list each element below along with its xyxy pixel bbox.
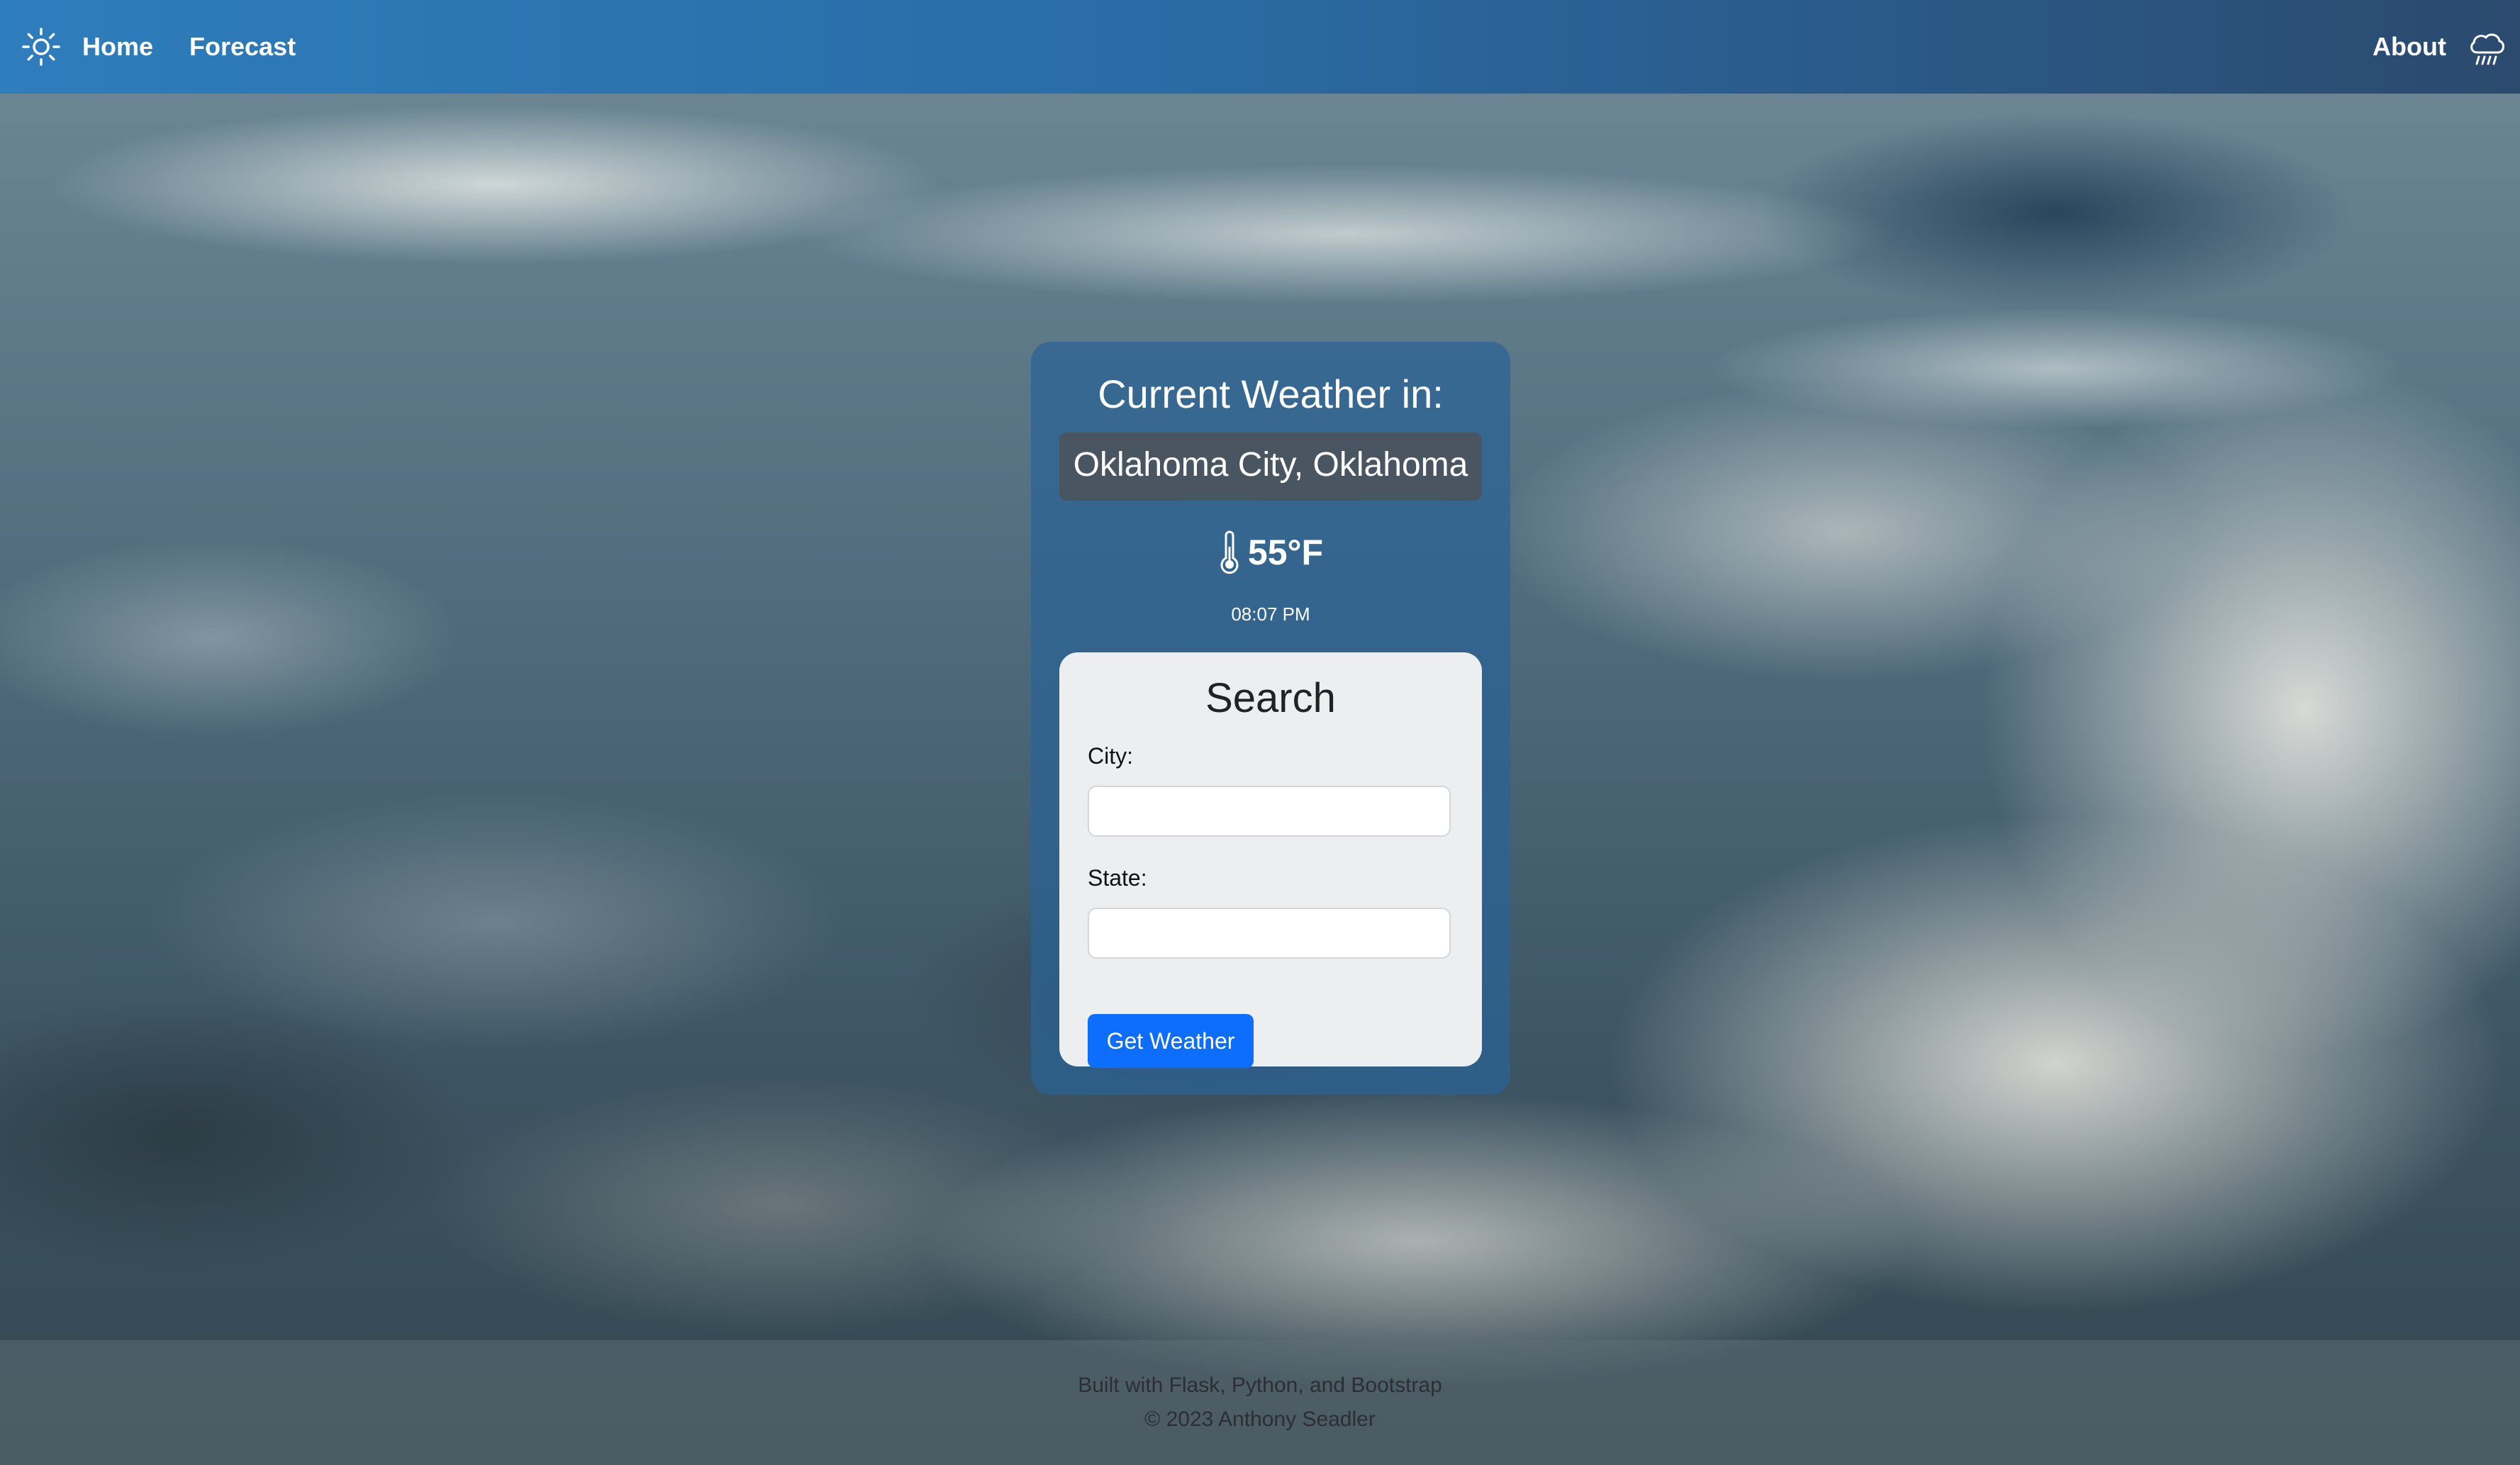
get-weather-button[interactable]: Get Weather (1088, 1014, 1254, 1068)
nav-forecast-link[interactable]: Forecast (189, 31, 296, 62)
temperature-value: 55°F (1247, 533, 1324, 572)
search-form: Search City: State: Get Weather (1059, 652, 1482, 1068)
weather-title: Current Weather in: (1098, 372, 1444, 416)
location-box: Oklahoma City, Oklahoma (1059, 433, 1482, 501)
navbar: Home Forecast About (0, 0, 2520, 94)
current-time: 08:07 PM (1231, 603, 1310, 625)
city-label: City: (1088, 743, 1133, 769)
location-name: Oklahoma City, Oklahoma (1073, 446, 1468, 484)
temperature-row: 55°F (1031, 528, 1510, 577)
footer-built-with: Built with Flask, Python, and Bootstrap (1078, 1374, 1442, 1397)
current-weather-card: Current Weather in: Oklahoma City, Oklah… (1031, 342, 1510, 1095)
footer-copyright: © 2023 Anthony Seadler (1144, 1408, 1376, 1431)
cloud-rain-icon[interactable] (2468, 31, 2506, 68)
search-title: Search (1205, 675, 1336, 721)
state-input[interactable] (1088, 908, 1451, 959)
thermometer-icon (1218, 530, 1241, 575)
state-label: State: (1088, 865, 1147, 891)
sun-icon[interactable] (20, 26, 62, 68)
footer: Built with Flask, Python, and Bootstrap … (0, 1340, 2520, 1465)
nav-about-link[interactable]: About (2373, 31, 2446, 62)
city-input[interactable] (1088, 786, 1451, 837)
nav-home-link[interactable]: Home (82, 31, 153, 62)
